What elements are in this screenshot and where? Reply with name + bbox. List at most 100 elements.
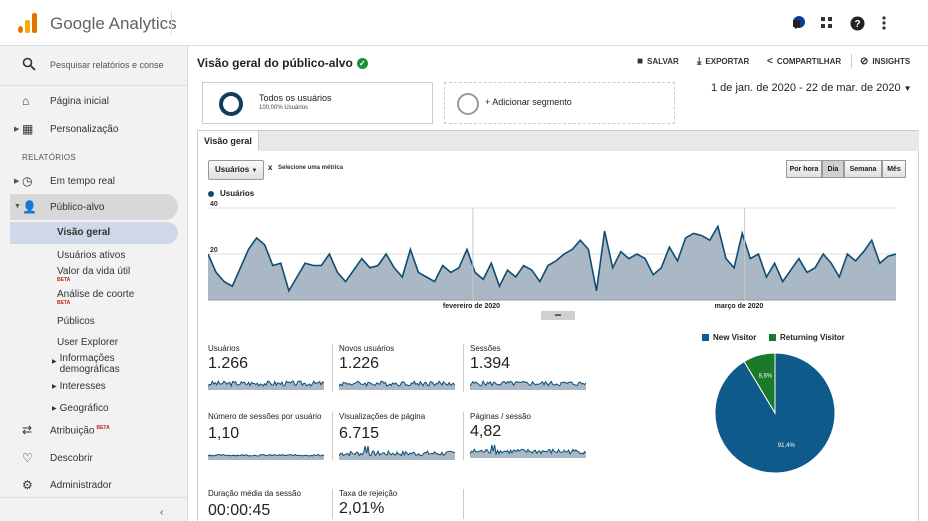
kpi-value: 00:00:45 xyxy=(208,502,271,519)
kpi-label: Páginas / sessão xyxy=(470,412,531,421)
export-button[interactable]: ⤓ EXPORTAR xyxy=(697,56,749,67)
y-tick-label: 40 xyxy=(210,201,218,208)
sidebar-item-label: Em tempo real xyxy=(50,176,116,187)
sidebar-subitem-audiences[interactable]: Públicos xyxy=(57,316,95,327)
caret-down-icon: ▼ xyxy=(251,168,258,174)
beta-badge: BETA xyxy=(57,277,71,283)
kpi-card[interactable]: Visualizações de página 6.715 xyxy=(339,412,461,460)
kpi-card[interactable]: Páginas / sessão 4,82 xyxy=(470,412,592,458)
sidebar-subitem-user-explorer[interactable]: User Explorer xyxy=(57,337,118,348)
sidebar-subitem-overview[interactable]: Visão geral xyxy=(57,227,110,238)
divider xyxy=(332,412,333,460)
divider xyxy=(463,344,464,392)
attribution-icon: ⇄ xyxy=(22,423,33,437)
kpi-sparkline xyxy=(208,380,324,390)
caret-down-icon: ▼ xyxy=(903,84,912,93)
visitor-pie-chart: 91,4% 8,6% xyxy=(714,352,836,474)
select-metric-link[interactable]: Selecione uma métrica xyxy=(278,165,343,171)
metric-selector[interactable]: Usuários ▼ xyxy=(208,160,265,180)
kpi-sparkline xyxy=(208,453,324,460)
insights-icon: ⊘ xyxy=(860,56,869,67)
kpi-card[interactable]: Número de sessões por usuário 1,10 xyxy=(208,412,330,460)
lightbulb-icon: ♡ xyxy=(22,451,33,465)
granularity-hour-button[interactable]: Por hora xyxy=(786,160,822,178)
sidebar-item-realtime[interactable]: ▶ ◷ Em tempo real xyxy=(0,174,188,194)
add-segment-button[interactable]: + Adicionar segmento xyxy=(444,82,675,124)
legend-label: Returning Visitor xyxy=(780,333,845,342)
sidebar-subitem-demographics[interactable]: ▶ Informações demográficas xyxy=(52,353,138,375)
page-title: Visão geral do público-alvo ✓ xyxy=(197,56,368,70)
divider xyxy=(332,489,333,519)
legend-swatch xyxy=(702,334,709,341)
search-bar[interactable]: Pesquisar relatórios e conse xyxy=(0,46,188,86)
kpi-label: Duração média da sessão xyxy=(208,489,301,498)
granularity-week-button[interactable]: Semana xyxy=(844,160,882,178)
kpi-card[interactable]: Usuários 1.266 xyxy=(208,344,330,390)
kpi-value: 2,01% xyxy=(339,500,385,517)
segment-all-users[interactable]: Todos os usuários 100,00% Usuários xyxy=(202,82,433,124)
legend-label: Usuários xyxy=(220,189,255,198)
kpi-card[interactable]: Taxa de rejeição 2,01% xyxy=(339,489,461,518)
kpi-label: Sessões xyxy=(470,344,501,353)
sidebar-subitem-active-users[interactable]: Usuários ativos xyxy=(57,250,125,261)
share-icon: < xyxy=(767,56,773,67)
kpi-label: Visualizações de página xyxy=(339,412,426,421)
share-button[interactable]: < COMPARTILHAR xyxy=(767,56,841,67)
kpi-card[interactable]: Novos usuários 1.226 xyxy=(339,344,461,390)
sidebar-subitem-interests[interactable]: ▶ Interesses xyxy=(52,381,106,392)
segment-name: + Adicionar segmento xyxy=(485,97,572,107)
kpi-value: 1,10 xyxy=(208,425,240,442)
sidebar-item-customization[interactable]: ▶ ▦ Personalização xyxy=(0,122,188,142)
segment-name: Todos os usuários xyxy=(259,93,332,103)
insights-button[interactable]: ⊘ INSIGHTS xyxy=(860,56,910,67)
users-area-chart: 40 20 fevereiro de 2020 março de 2020 xyxy=(208,201,896,310)
sidebar-item-label: Administrador xyxy=(50,480,112,491)
caret-right-icon: ▶ xyxy=(52,359,57,365)
x-tick-label: fevereiro de 2020 xyxy=(443,303,500,310)
divider xyxy=(0,497,188,498)
analytics-logo xyxy=(18,13,38,33)
sidebar-subitem-geo[interactable]: ▶ Geográfico xyxy=(52,403,109,414)
pie-data-label: 8,6% xyxy=(759,373,773,379)
gear-icon: ⚙ xyxy=(22,478,33,492)
save-button[interactable]: ■ SALVAR xyxy=(637,56,679,67)
app-title: Google Analytics xyxy=(50,14,177,33)
top-bar: Google Analytics ? xyxy=(0,0,928,46)
kpi-label: Usuários xyxy=(208,344,240,353)
sidebar-item-home[interactable]: ⌂ Página inicial xyxy=(0,94,188,114)
remove-metric-button[interactable]: x xyxy=(268,163,272,172)
sidebar-item-label: Descobrir xyxy=(50,453,93,464)
sidebar-item-label: Interesses xyxy=(59,381,106,392)
divider xyxy=(171,11,172,35)
chart-legend: Usuários xyxy=(208,189,254,198)
chart-resize-handle[interactable]: ▬ xyxy=(541,311,575,320)
collapse-sidebar-button[interactable]: ‹ xyxy=(160,507,163,518)
granularity-month-button[interactable]: Mês xyxy=(882,160,906,178)
divider xyxy=(851,54,852,68)
tab-overview[interactable]: Visão geral xyxy=(197,130,259,151)
sidebar: Pesquisar relatórios e conse ⌂ Página in… xyxy=(0,46,188,521)
sidebar-item-label: Informações demográficas xyxy=(59,353,120,375)
search-input[interactable]: Pesquisar relatórios e conse xyxy=(50,60,170,70)
divider xyxy=(463,489,464,519)
date-range-picker[interactable]: 1 de jan. de 2020 - 22 de mar. de 2020 ▼ xyxy=(711,82,912,94)
more-vert-icon[interactable] xyxy=(874,13,894,33)
sidebar-item-label: Valor da vida útil xyxy=(57,266,131,277)
sidebar-item-discover[interactable]: ♡ Descobrir xyxy=(0,451,188,471)
kpi-value: 6.715 xyxy=(339,425,380,442)
sidebar-subitem-cohort[interactable]: Análise de coorte BETA xyxy=(57,289,134,306)
kpi-card[interactable]: Duração média da sessão 00:00:45 xyxy=(208,489,330,520)
kpi-sparkline xyxy=(339,380,455,390)
main-content: Visão geral do público-alvo ✓ ■ SALVAR ⤓ EX… xyxy=(189,46,928,521)
sidebar-item-attribution[interactable]: ⇄ Atribuição BETA xyxy=(0,423,188,443)
sidebar-item-admin[interactable]: ⚙ Administrador xyxy=(0,478,188,498)
apps-grid-icon[interactable] xyxy=(817,13,837,33)
kpi-value: 1.266 xyxy=(208,355,249,372)
kpi-card[interactable]: Sessões 1.394 xyxy=(470,344,592,390)
help-icon[interactable]: ? xyxy=(847,13,867,33)
caret-right-icon: ▶ xyxy=(14,126,20,133)
notifications-icon[interactable] xyxy=(788,13,808,33)
sidebar-subitem-lifetime-value[interactable]: Valor da vida útil BETA xyxy=(57,266,130,283)
sidebar-item-audience[interactable]: ▼ 👤 Público-alvo xyxy=(0,200,188,220)
granularity-day-button[interactable]: Dia xyxy=(822,160,844,178)
